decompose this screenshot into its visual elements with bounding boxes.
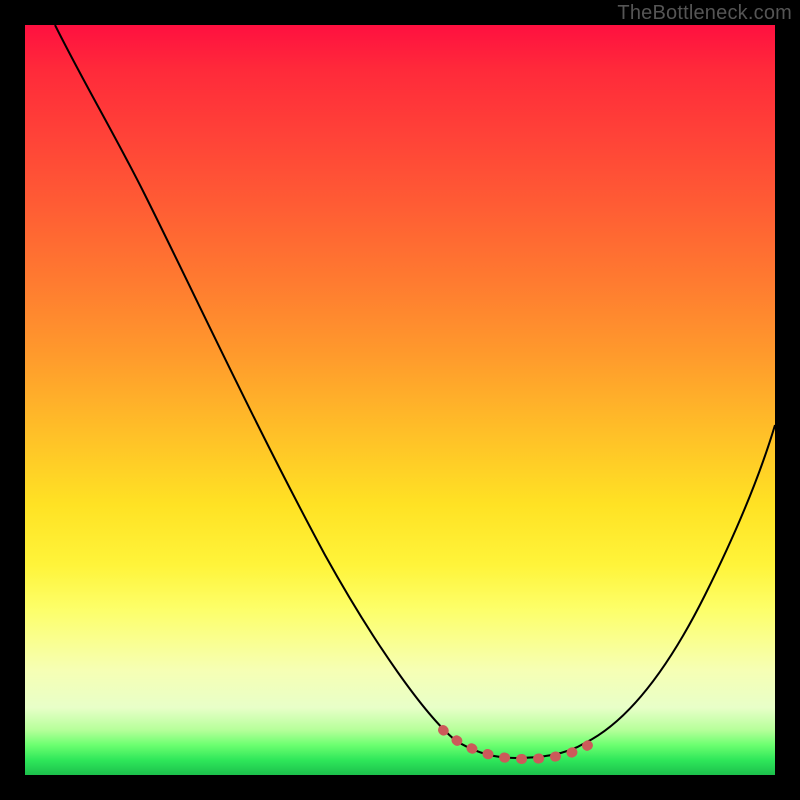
chart-frame: TheBottleneck.com (0, 0, 800, 800)
bottleneck-curve (55, 25, 775, 758)
optimal-range-dots (443, 730, 597, 759)
attribution-text: TheBottleneck.com (617, 2, 792, 25)
curve-svg (25, 25, 775, 775)
plot-area (25, 25, 775, 775)
